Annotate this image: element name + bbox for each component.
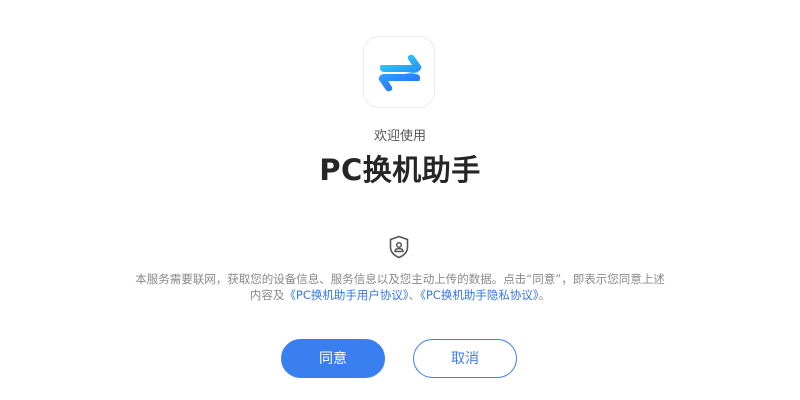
swap-arrows-icon xyxy=(378,54,422,92)
app-logo-icon xyxy=(363,36,435,108)
cancel-button[interactable]: 取消 xyxy=(413,339,517,378)
notice-line-1: 本服务需要联网，获取您的设备信息、服务信息以及您主动上传的数据。点击“同意”，即… xyxy=(135,272,665,286)
app-title: PC换机助手 xyxy=(319,153,481,187)
notice-separator: 、 xyxy=(408,287,421,302)
privacy-shield-icon xyxy=(388,235,410,259)
privacy-agreement-link[interactable]: 《PC换机助手隐私协议》 xyxy=(420,288,538,302)
welcome-dialog: 欢迎使用 PC换机助手 本服务需要联网，获取您的设备信息、服务信息以及您主动上传… xyxy=(0,0,800,400)
notice-line-2: 内容及《PC换机助手用户协议》、《PC换机助手隐私协议》。 xyxy=(110,288,690,304)
welcome-text: 欢迎使用 xyxy=(373,129,426,144)
notice-line-2-suffix: 。 xyxy=(538,287,551,302)
privacy-notice: 本服务需要联网，获取您的设备信息、服务信息以及您主动上传的数据。点击“同意”，即… xyxy=(110,272,690,303)
agree-button[interactable]: 同意 xyxy=(281,339,385,378)
notice-line-2-prefix: 内容及 xyxy=(249,287,285,302)
user-agreement-link[interactable]: 《PC换机助手用户协议》 xyxy=(284,288,408,302)
